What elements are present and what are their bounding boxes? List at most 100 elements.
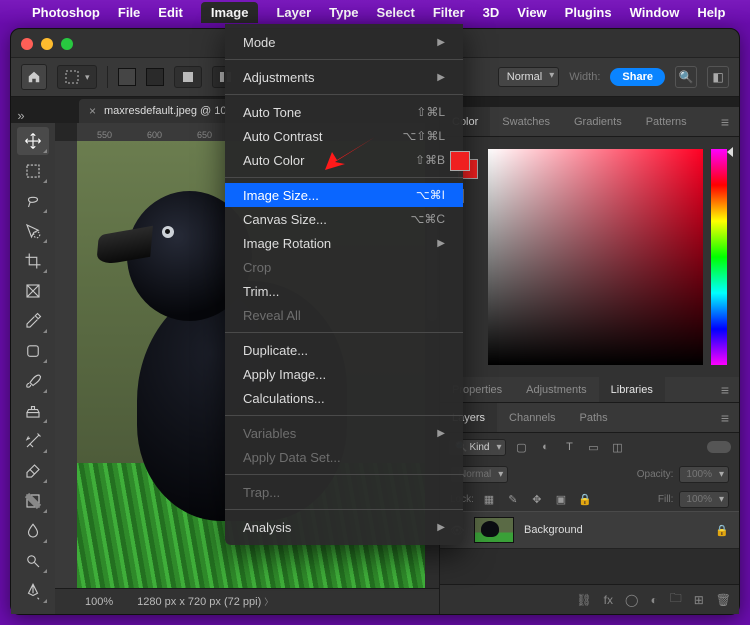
delete-layer-icon[interactable]: 🗑 bbox=[716, 593, 731, 607]
marquee-tool[interactable] bbox=[17, 157, 49, 185]
blend-mode-dropdown[interactable]: Normal bbox=[498, 67, 559, 87]
tab-adjustments[interactable]: Adjustments bbox=[514, 377, 599, 402]
tab-channels[interactable]: Channels bbox=[497, 403, 567, 432]
lock-pixels-icon[interactable]: ▦ bbox=[480, 490, 498, 508]
crop-tool[interactable] bbox=[17, 247, 49, 275]
adjustment-layer-icon[interactable]: ◐ bbox=[650, 593, 657, 607]
menu-select[interactable]: Select bbox=[377, 5, 415, 20]
filter-shape-icon[interactable]: ▭ bbox=[584, 438, 602, 456]
share-button[interactable]: Share bbox=[610, 68, 665, 86]
frame-tool[interactable] bbox=[17, 277, 49, 305]
menu-auto-tone[interactable]: Auto Tone⇧⌘L bbox=[225, 100, 463, 124]
eyedropper-tool[interactable] bbox=[17, 307, 49, 335]
group-layers-icon[interactable]: 🗀 bbox=[670, 589, 682, 610]
menu-3d[interactable]: 3D bbox=[483, 5, 500, 20]
menu-plugins[interactable]: Plugins bbox=[565, 5, 612, 20]
fill-swatch[interactable] bbox=[118, 68, 136, 86]
ruler-tick: 650 bbox=[197, 130, 212, 140]
brush-tool[interactable] bbox=[17, 367, 49, 395]
tab-patterns[interactable]: Patterns bbox=[634, 107, 699, 136]
pen-tool[interactable] bbox=[17, 577, 49, 605]
tab-paths[interactable]: Paths bbox=[568, 403, 620, 432]
menu-auto-contrast[interactable]: Auto Contrast⌥⇧⌘L bbox=[225, 124, 463, 148]
document-info[interactable]: 1280 px x 720 px (72 ppi)〉 bbox=[137, 595, 273, 608]
shape-mode-buttons[interactable] bbox=[174, 66, 202, 88]
properties-panel-menu[interactable]: ≡ bbox=[711, 377, 739, 402]
window-zoom-button[interactable] bbox=[61, 38, 73, 50]
menu-filter[interactable]: Filter bbox=[433, 5, 465, 20]
panels-dock: Color Swatches Gradients Patterns ≡ Prop… bbox=[439, 107, 739, 614]
lock-position-icon[interactable]: ✎ bbox=[504, 490, 522, 508]
lock-artboard-icon[interactable]: ▣ bbox=[552, 490, 570, 508]
layer-name[interactable]: Background bbox=[524, 524, 583, 536]
menu-auto-color[interactable]: Auto Color⇧⌘B bbox=[225, 148, 463, 172]
window-close-button[interactable] bbox=[21, 38, 33, 50]
eraser-tool[interactable] bbox=[17, 457, 49, 485]
workspace-switcher-button[interactable]: ◧ bbox=[707, 66, 729, 88]
link-layers-icon[interactable]: ⛓ bbox=[576, 593, 591, 607]
marquee-preset[interactable]: ▾ bbox=[57, 65, 97, 89]
tab-swatches[interactable]: Swatches bbox=[490, 107, 562, 136]
menu-calculations[interactable]: Calculations... bbox=[225, 386, 463, 410]
color-field[interactable] bbox=[488, 149, 703, 365]
color-panel-menu[interactable]: ≡ bbox=[711, 107, 739, 136]
layer-fx-icon[interactable]: fx bbox=[604, 593, 613, 607]
lock-all-icon[interactable]: 🔒 bbox=[576, 490, 594, 508]
close-tab-button[interactable]: × bbox=[89, 104, 96, 118]
menu-analysis[interactable]: Analysis▶ bbox=[225, 515, 463, 539]
layer-mask-icon[interactable]: ◯ bbox=[625, 593, 638, 607]
filter-type-icon[interactable]: T bbox=[560, 438, 578, 456]
layers-footer: ⛓ fx ◯ ◐ 🗀 ⊞ 🗑 bbox=[440, 584, 739, 614]
healing-brush-tool[interactable] bbox=[17, 337, 49, 365]
menu-view[interactable]: View bbox=[517, 5, 546, 20]
menu-adjustments[interactable]: Adjustments▶ bbox=[225, 65, 463, 89]
document-tab[interactable]: × maxresdefault.jpeg @ 10 bbox=[79, 99, 236, 123]
menu-trim[interactable]: Trim... bbox=[225, 279, 463, 303]
zoom-level[interactable]: 100% bbox=[85, 596, 113, 608]
vertical-ruler[interactable] bbox=[55, 141, 77, 588]
filter-image-icon[interactable]: ▢ bbox=[512, 438, 530, 456]
lasso-tool[interactable] bbox=[17, 187, 49, 215]
menu-apply-image[interactable]: Apply Image... bbox=[225, 362, 463, 386]
layer-row[interactable]: 👁 Background 🔒 bbox=[440, 511, 739, 549]
search-button[interactable]: 🔍 bbox=[675, 66, 697, 88]
menu-image-rotation[interactable]: Image Rotation▶ bbox=[225, 231, 463, 255]
hue-slider[interactable] bbox=[711, 149, 727, 365]
menu-layer[interactable]: Layer bbox=[276, 5, 311, 20]
stroke-swatch[interactable] bbox=[146, 68, 164, 86]
opacity-value[interactable]: 100% bbox=[679, 466, 729, 483]
history-brush-tool[interactable] bbox=[17, 427, 49, 455]
fill-value[interactable]: 100% bbox=[679, 491, 729, 508]
filter-smart-icon[interactable]: ◫ bbox=[608, 438, 626, 456]
lock-move-icon[interactable]: ✥ bbox=[528, 490, 546, 508]
new-layer-icon[interactable]: ⊞ bbox=[694, 593, 704, 607]
menu-duplicate[interactable]: Duplicate... bbox=[225, 338, 463, 362]
gradient-tool[interactable] bbox=[17, 487, 49, 515]
menu-help[interactable]: Help bbox=[697, 5, 725, 20]
home-button[interactable] bbox=[21, 64, 47, 90]
filter-toggle[interactable] bbox=[707, 441, 731, 453]
menu-edit[interactable]: Edit bbox=[158, 5, 183, 20]
menu-image-size[interactable]: Image Size...⌥⌘I bbox=[225, 183, 463, 207]
hue-slider-handle[interactable] bbox=[727, 147, 733, 157]
menu-mode[interactable]: Mode▶ bbox=[225, 30, 463, 54]
menu-crop: Crop bbox=[225, 255, 463, 279]
layer-thumbnail[interactable] bbox=[474, 517, 514, 543]
menu-type[interactable]: Type bbox=[329, 5, 358, 20]
menu-image[interactable]: Image bbox=[201, 2, 259, 23]
blur-tool[interactable] bbox=[17, 517, 49, 545]
menu-window[interactable]: Window bbox=[630, 5, 680, 20]
menu-file[interactable]: File bbox=[118, 5, 140, 20]
app-name-menu[interactable]: Photoshop bbox=[32, 5, 100, 20]
move-tool[interactable] bbox=[17, 127, 49, 155]
layers-panel-menu[interactable]: ≡ bbox=[711, 403, 739, 432]
quick-select-tool[interactable] bbox=[17, 217, 49, 245]
tab-gradients[interactable]: Gradients bbox=[562, 107, 634, 136]
clone-stamp-tool[interactable] bbox=[17, 397, 49, 425]
tab-libraries[interactable]: Libraries bbox=[599, 377, 665, 402]
dodge-tool[interactable] bbox=[17, 547, 49, 575]
menu-canvas-size[interactable]: Canvas Size...⌥⌘C bbox=[225, 207, 463, 231]
window-minimize-button[interactable] bbox=[41, 38, 53, 50]
filter-adjustment-icon[interactable]: ◐ bbox=[536, 438, 554, 456]
tab-strip-collapse[interactable]: » bbox=[11, 108, 31, 123]
